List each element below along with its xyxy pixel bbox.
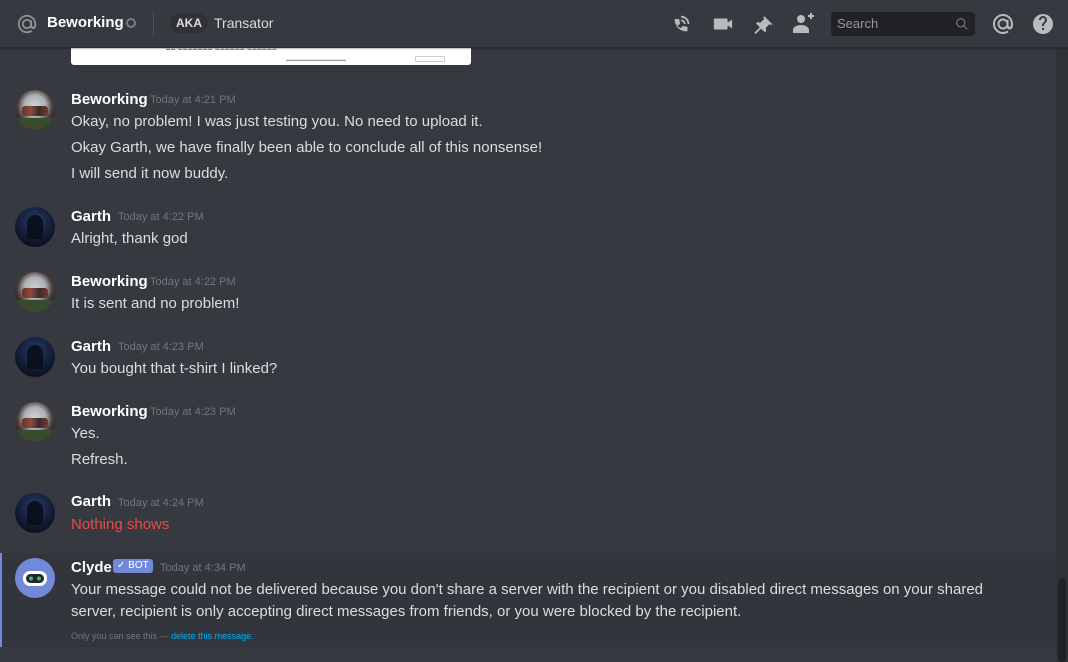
message-author[interactable]: Beworking [71,273,148,290]
message-text: Refresh. [71,451,128,468]
message-author[interactable]: Garth [71,208,111,225]
message-author[interactable]: Garth [71,493,111,510]
message-text: Yes. [71,425,100,442]
search-icon [955,17,969,31]
channel-title: Beworking [47,14,124,31]
search-input[interactable]: Search [831,12,975,36]
ephemeral-notice-text: Only you can see this — [71,631,172,641]
aka-badge: AKA [170,13,208,33]
message-text: server, recipient is only accepting dire… [71,603,742,620]
message-timestamp: Today at 4:22 PM [150,276,236,288]
message-text: You bought that t-shirt I linked? [71,360,278,377]
attachment-button-fragment [415,56,445,62]
message-author[interactable]: Clyde [71,559,112,576]
message-timestamp: Today at 4:34 PM [160,562,246,574]
message-author[interactable]: Beworking [71,91,148,108]
attachment-text-fragment: ▬▬▬▬▬▬▬▬▬▬▬▬▬▬▬ [286,57,346,62]
mentions-icon[interactable] [991,12,1015,36]
video-icon[interactable] [711,12,735,36]
message-text: I will send it now buddy. [71,165,229,182]
delete-message-link[interactable]: delete this message. [171,631,254,641]
avatar[interactable] [15,337,55,377]
at-icon [16,13,38,35]
status-icon [126,18,136,28]
avatar[interactable] [15,272,55,312]
avatar[interactable] [15,402,55,442]
bot-tag: ✓ BOT [113,559,153,573]
message-author[interactable]: Beworking [71,403,148,420]
channel-header: Beworking AKA Transator Search [0,0,1068,48]
ephemeral-notice: Only you can see this — delete this mess… [71,631,254,641]
message-timestamp: Today at 4:22 PM [118,211,204,223]
pin-icon[interactable] [751,12,775,36]
avatar[interactable] [15,493,55,533]
message-text: Okay Garth, we have finally been able to… [71,139,543,156]
scrollbar-thumb[interactable] [1058,578,1066,662]
call-icon[interactable] [670,12,694,36]
scrollbar-track[interactable] [1056,48,1068,662]
avatar[interactable] [15,90,55,130]
message-text: Your message could not be delivered beca… [71,581,984,598]
message-author[interactable]: Garth [71,338,111,355]
message-text: Okay, no problem! I was just testing you… [71,113,483,130]
message-timestamp: Today at 4:23 PM [150,406,236,418]
add-friend-icon[interactable] [791,12,815,36]
help-icon[interactable] [1031,12,1055,36]
message-timestamp: Today at 4:23 PM [118,341,204,353]
search-placeholder: Search [837,16,879,31]
clyde-bot-icon [23,571,47,586]
avatar[interactable] [15,207,55,247]
message-timestamp: Today at 4:24 PM [118,497,204,509]
message-text-error: Nothing shows [71,516,170,533]
avatar[interactable] [15,558,55,598]
message-text: Alright, thank god [71,230,188,247]
message-timestamp: Today at 4:21 PM [150,94,236,106]
message-text: It is sent and no problem! [71,295,240,312]
header-divider [153,12,154,36]
bot-tag-label: BOT [128,560,149,571]
nickname-label: Transator [214,15,274,31]
bot-check-icon: ✓ [117,560,126,571]
